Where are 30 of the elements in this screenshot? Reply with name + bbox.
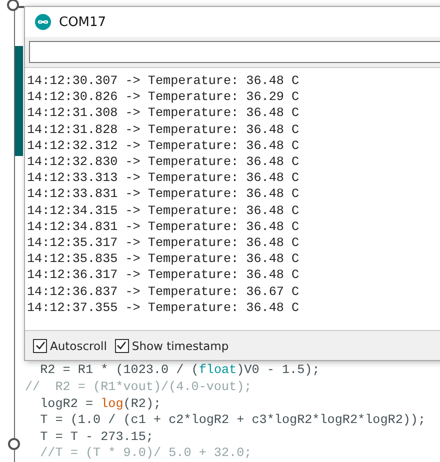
window-title: COM17 bbox=[59, 14, 106, 30]
checkbox-label[interactable]: Show timestamp bbox=[132, 338, 229, 352]
code-line: // R2 = (R1*vout)/(4.0-vout); bbox=[25, 379, 253, 396]
output-line: 14:12:34.831 -> Temperature: 36.48 C bbox=[27, 218, 300, 236]
output-line: 14:12:37.355 -> Temperature: 36.48 C bbox=[27, 300, 300, 316]
resize-handle[interactable] bbox=[7, 0, 19, 11]
output-line: 14:12:30.826 -> Temperature: 36.29 C bbox=[27, 89, 300, 106]
output-line: 14:12:32.312 -> Temperature: 36.48 C bbox=[27, 138, 300, 154]
app-icon bbox=[35, 14, 51, 30]
checkbox[interactable] bbox=[114, 338, 129, 352]
input-field[interactable] bbox=[29, 41, 440, 63]
checkbox-label[interactable]: Autoscroll bbox=[50, 338, 107, 352]
resize-handle[interactable] bbox=[8, 438, 20, 450]
output-line: 14:12:31.828 -> Temperature: 36.48 C bbox=[27, 122, 300, 138]
output-line: 14:12:31.308 -> Temperature: 36.48 C bbox=[27, 105, 300, 122]
checkbox[interactable] bbox=[33, 338, 47, 352]
code-line: logR2 = log(R2); bbox=[39, 396, 162, 412]
code-line: //T = (T * 9.0)/ 5.0 + 32.0; bbox=[39, 445, 253, 462]
code-line: T = T - 273.15; bbox=[39, 428, 154, 446]
output-line: 14:12:30.307 -> Temperature: 36.48 C bbox=[27, 73, 300, 90]
output-line: 14:12:36.837 -> Temperature: 36.67 C bbox=[27, 284, 300, 300]
output-line: 14:12:36.317 -> Temperature: 36.48 C bbox=[27, 267, 300, 284]
output-line: 14:12:32.830 -> Temperature: 36.48 C bbox=[27, 154, 300, 170]
output-line: 14:12:35.317 -> Temperature: 36.48 C bbox=[27, 235, 300, 252]
code-line: R2 = R1 * (1023.0 / (float)V0 - 1.5); bbox=[39, 362, 321, 380]
output-line: 14:12:35.835 -> Temperature: 36.48 C bbox=[27, 251, 300, 268]
output-line: 14:12:34.315 -> Temperature: 36.48 C bbox=[27, 202, 300, 219]
output-line: 14:12:33.831 -> Temperature: 36.48 C bbox=[27, 186, 300, 203]
output-line: 14:12:33.313 -> Temperature: 36.48 C bbox=[27, 170, 300, 186]
code-line: T = (1.0 / (c1 + c2*logR2 + c3*logR2*logR2*logR2)); bbox=[39, 412, 427, 429]
